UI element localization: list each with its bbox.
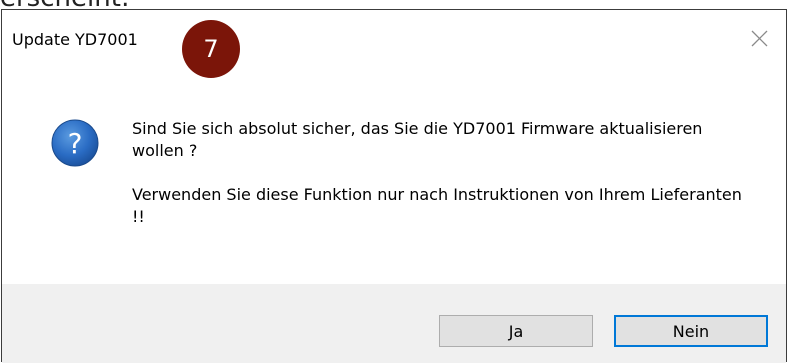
close-button[interactable]	[740, 20, 778, 56]
close-icon	[751, 30, 768, 47]
dialog-message: Sind Sie sich absolut sicher, das Sie di…	[132, 118, 752, 250]
message-warning: Verwenden Sie diese Funktion nur nach In…	[132, 185, 742, 226]
no-button[interactable]: Nein	[614, 315, 768, 347]
message-question: Sind Sie sich absolut sicher, das Sie di…	[132, 119, 703, 160]
question-icon: ?	[50, 118, 100, 168]
svg-text:?: ?	[68, 127, 83, 160]
dialog-title: Update YD7001	[12, 30, 138, 49]
title-bar: Update YD7001 7	[2, 10, 786, 78]
button-bar: Ja Nein	[2, 284, 786, 363]
step-badge: 7	[182, 20, 240, 78]
message-dialog: Update YD7001 7 ? Sind Sie sich absolut …	[1, 9, 787, 363]
yes-button[interactable]: Ja	[439, 315, 593, 347]
